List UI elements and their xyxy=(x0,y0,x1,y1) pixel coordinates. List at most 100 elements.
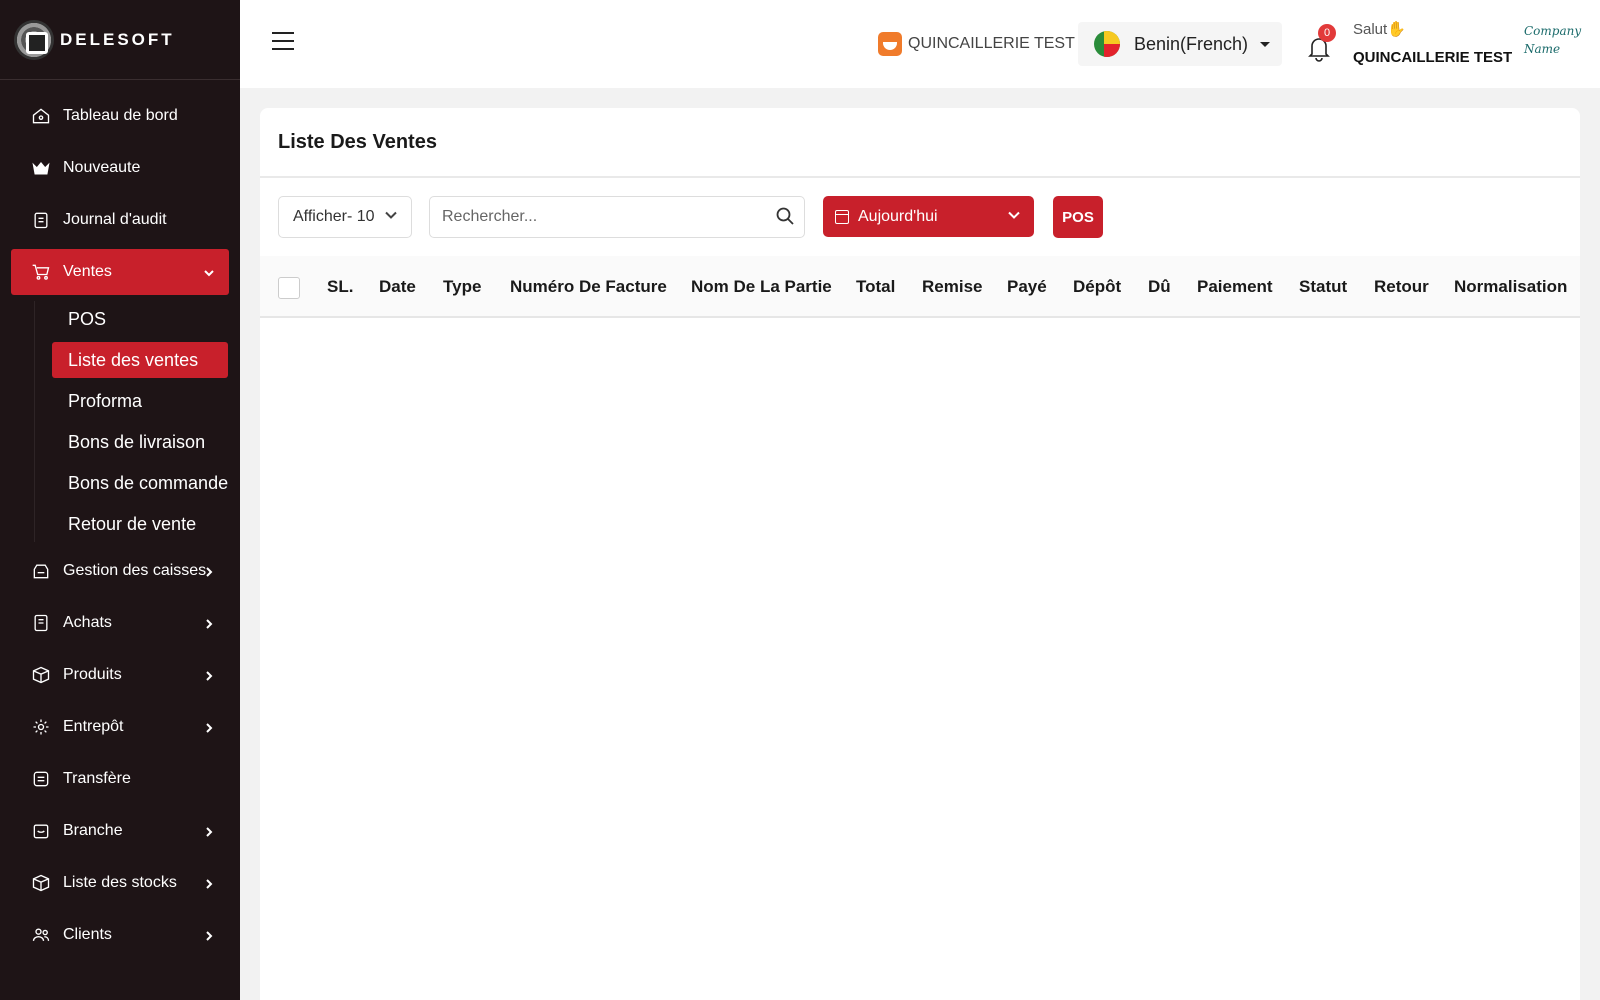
column-header-total[interactable]: Total xyxy=(856,277,895,297)
greeting: Salut✋ xyxy=(1353,20,1406,38)
column-header-date[interactable]: Date xyxy=(379,277,416,297)
chevron-down-icon xyxy=(383,207,399,228)
user-name[interactable]: QUINCAILLERIE TEST xyxy=(1353,49,1512,66)
store-icon xyxy=(878,32,902,56)
sales-submenu: POS Liste des ventes Proforma Bons de li… xyxy=(34,301,240,542)
chevron-right-icon xyxy=(203,617,215,629)
sidebar-item-label: Journal d'audit xyxy=(63,211,167,228)
page-title: Liste Des Ventes xyxy=(260,108,1580,178)
sidebar-item-products[interactable]: Produits xyxy=(11,652,229,698)
column-header-normalization[interactable]: Normalisation xyxy=(1454,277,1567,297)
submenu-item-delivery-notes[interactable]: Bons de livraison xyxy=(52,424,228,460)
column-header-sl[interactable]: SL. xyxy=(327,277,353,297)
top-header: QUINCAILLERIE TEST Benin(French) 0 Salut… xyxy=(240,0,1600,88)
sidebar-item-label: Tableau de bord xyxy=(63,107,178,124)
column-header-payment[interactable]: Paiement xyxy=(1197,277,1273,297)
receipt-icon xyxy=(30,612,52,634)
submenu-item-sales-return[interactable]: Retour de vente xyxy=(52,506,228,542)
home-icon xyxy=(30,105,52,127)
pos-button[interactable]: POS xyxy=(1053,196,1103,238)
submenu-item-sales-list[interactable]: Liste des ventes xyxy=(52,342,228,378)
logo-icon xyxy=(14,19,54,60)
chevron-down-icon xyxy=(203,266,215,278)
column-header-deposit[interactable]: Dépôt xyxy=(1073,277,1121,297)
box-icon xyxy=(30,664,52,686)
sidebar-item-label: Transfère xyxy=(63,770,131,787)
branch-icon xyxy=(30,820,52,842)
chevron-right-icon xyxy=(203,877,215,889)
menu-toggle-icon[interactable] xyxy=(272,32,294,52)
submenu-item-purchase-orders[interactable]: Bons de commande xyxy=(52,465,228,501)
caret-down-icon xyxy=(1260,41,1271,47)
select-all-checkbox[interactable] xyxy=(278,277,300,299)
chevron-right-icon xyxy=(203,669,215,681)
sidebar-item-sales[interactable]: Ventes xyxy=(11,249,229,295)
submenu-item-pos[interactable]: POS xyxy=(52,301,228,337)
sidebar-item-label: Achats xyxy=(63,614,112,631)
language-selector[interactable]: Benin(French) xyxy=(1078,22,1282,66)
cash-register-icon xyxy=(30,560,52,582)
wave-emoji-icon: ✋ xyxy=(1387,21,1406,38)
sidebar: DELESOFT Tableau de bord Nouveaute Journ… xyxy=(0,0,240,1000)
sidebar-item-audit[interactable]: Journal d'audit xyxy=(11,197,229,243)
sidebar-nav: Tableau de bord Nouveaute Journal d'audi… xyxy=(0,80,240,958)
page-size-select[interactable]: Afficher- 10 xyxy=(278,196,412,238)
sidebar-item-cash-registers[interactable]: Gestion des caisses xyxy=(11,548,229,594)
sidebar-item-clients[interactable]: Clients xyxy=(11,912,229,958)
submenu-item-proforma[interactable]: Proforma xyxy=(52,383,228,419)
sidebar-item-label: Ventes xyxy=(63,263,112,280)
sidebar-item-purchases[interactable]: Achats xyxy=(11,600,229,646)
greeting-text: Salut xyxy=(1353,21,1388,38)
column-header-party-name[interactable]: Nom De La Partie xyxy=(691,277,832,297)
column-header-invoice-number[interactable]: Numéro De Facture xyxy=(510,277,667,297)
column-header-paid[interactable]: Payé xyxy=(1007,277,1047,297)
gear-box-icon xyxy=(30,716,52,738)
store-name: QUINCAILLERIE TEST xyxy=(908,35,1075,52)
chevron-right-icon xyxy=(203,825,215,837)
clipboard-icon xyxy=(30,209,52,231)
sidebar-item-branch[interactable]: Branche xyxy=(11,808,229,854)
users-icon xyxy=(30,924,52,946)
cart-icon xyxy=(30,261,52,283)
sidebar-item-dashboard[interactable]: Tableau de bord xyxy=(11,93,229,139)
search-icon[interactable] xyxy=(775,206,795,226)
notification-count-badge: 0 xyxy=(1318,24,1336,42)
brand-logo[interactable]: DELESOFT xyxy=(0,0,240,80)
sidebar-item-label: Gestion des caisses xyxy=(63,562,207,579)
crown-icon xyxy=(30,157,52,179)
column-header-discount[interactable]: Remise xyxy=(922,277,982,297)
sidebar-item-warehouse[interactable]: Entrepôt xyxy=(11,704,229,750)
chevron-right-icon xyxy=(203,929,215,941)
sidebar-item-label: Liste des stocks xyxy=(63,874,177,891)
calendar-icon xyxy=(835,209,849,224)
chevron-right-icon xyxy=(203,565,215,577)
column-header-return[interactable]: Retour xyxy=(1374,277,1429,297)
company-logo-line1: Company xyxy=(1524,24,1582,38)
sales-table-header: SL. Date Type Numéro De Facture Nom De L… xyxy=(260,256,1580,318)
sidebar-item-label: Branche xyxy=(63,822,123,839)
page-size-label: Afficher- 10 xyxy=(293,208,375,225)
date-filter-dropdown[interactable]: Aujourd'hui xyxy=(823,196,1034,237)
sidebar-item-label: Clients xyxy=(63,926,112,943)
benin-flag-icon xyxy=(1094,31,1120,57)
column-header-due[interactable]: Dû xyxy=(1148,277,1171,297)
sidebar-item-transfer[interactable]: Transfère xyxy=(11,756,229,802)
sidebar-item-stock-list[interactable]: Liste des stocks xyxy=(11,860,229,906)
date-filter-label: Aujourd'hui xyxy=(858,207,938,225)
chevron-right-icon xyxy=(203,721,215,733)
store-selector[interactable]: QUINCAILLERIE TEST xyxy=(878,32,1075,56)
sales-list-card: Liste Des Ventes Afficher- 10 Aujourd'hu… xyxy=(260,108,1580,1000)
brand-name: DELESOFT xyxy=(60,29,175,49)
cube-icon xyxy=(30,872,52,894)
chevron-down-icon xyxy=(1006,206,1022,227)
company-logo: Company Name xyxy=(1524,22,1582,66)
filter-bar: Afficher- 10 Aujourd'hui POS xyxy=(260,178,1580,256)
search-input[interactable] xyxy=(429,196,805,238)
column-header-status[interactable]: Statut xyxy=(1299,277,1347,297)
sidebar-item-label: Entrepôt xyxy=(63,718,124,735)
language-label: Benin(French) xyxy=(1134,33,1249,54)
sidebar-item-label: Produits xyxy=(63,666,122,683)
sidebar-item-news[interactable]: Nouveaute xyxy=(11,145,229,191)
sidebar-item-label: Nouveaute xyxy=(63,159,141,176)
column-header-type[interactable]: Type xyxy=(443,277,481,297)
